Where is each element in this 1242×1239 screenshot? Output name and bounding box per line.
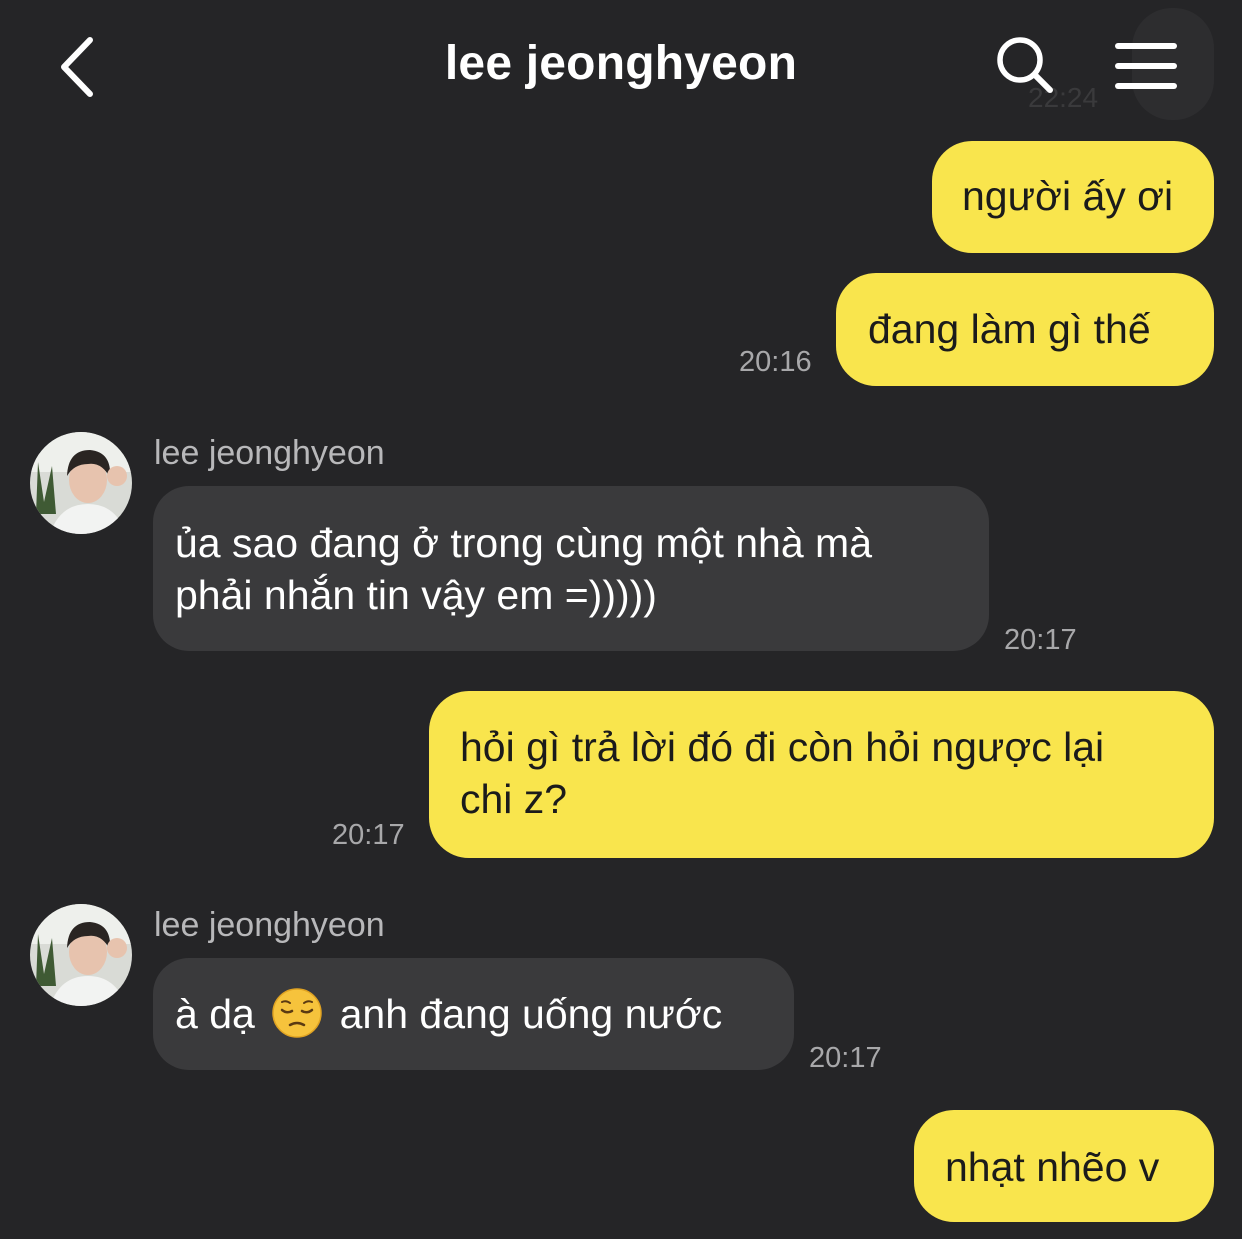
pensive-face-icon xyxy=(272,988,322,1038)
chat-header: 22:24 lee jeonghyeon xyxy=(0,0,1242,130)
sender-name: lee jeonghyeon xyxy=(154,906,385,944)
menu-button[interactable] xyxy=(1112,40,1180,94)
message-text-line: hỏi gì trả lời đó đi còn hỏi ngược lại xyxy=(460,724,1105,770)
my-message-bubble[interactable]: người ấy ơi xyxy=(932,141,1214,253)
message-text: nhạt nhẽo v xyxy=(945,1144,1160,1190)
search-button[interactable] xyxy=(994,34,1058,98)
message-timestamp: 20:17 xyxy=(332,819,405,851)
search-icon xyxy=(997,37,1053,93)
hamburger-menu-icon xyxy=(1115,43,1177,89)
my-message-bubble[interactable]: đang làm gì thế xyxy=(836,273,1214,386)
message-text-line: phải nhắn tin vậy em =))))) xyxy=(175,572,657,618)
message-text: anh đang uống nước xyxy=(339,991,723,1037)
my-message-bubble[interactable]: hỏi gì trả lời đó đi còn hỏi ngược lại c… xyxy=(429,691,1214,858)
message-text-line: chi z? xyxy=(460,776,568,822)
contact-message-bubble[interactable]: à dạ anh đang uống nước xyxy=(153,958,794,1070)
message-text-line: ủa sao đang ở trong cùng một nhà mà xyxy=(175,520,872,566)
message-text: đang làm gì thế xyxy=(868,306,1151,352)
message-text: người ấy ơi xyxy=(962,173,1174,219)
sender-name: lee jeonghyeon xyxy=(154,434,385,472)
my-message-bubble[interactable]: nhạt nhẽo v xyxy=(914,1110,1214,1222)
contact-avatar[interactable] xyxy=(30,904,132,1006)
contact-message-bubble[interactable]: ủa sao đang ở trong cùng một nhà mà phải… xyxy=(153,486,989,651)
message-text: à dạ xyxy=(175,991,255,1037)
message-timestamp: 20:17 xyxy=(809,1042,882,1074)
contact-avatar[interactable] xyxy=(30,432,132,534)
message-timestamp: 20:17 xyxy=(1004,624,1077,656)
message-timestamp: 20:16 xyxy=(739,346,812,378)
